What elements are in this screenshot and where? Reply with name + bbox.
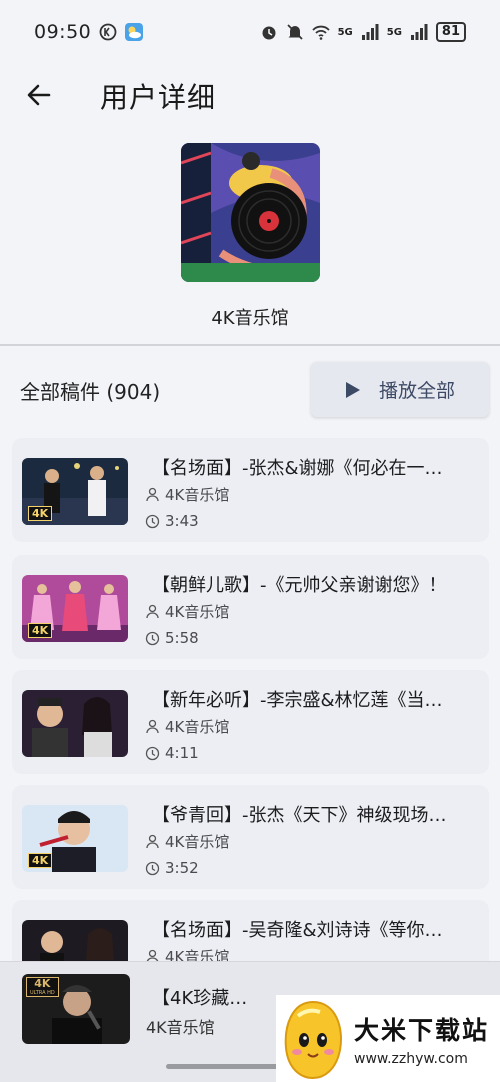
person-icon bbox=[146, 834, 159, 849]
video-title: 【朝鲜儿歌】-《元帅父亲谢谢您》！ bbox=[152, 575, 447, 596]
video-thumbnail: 4K bbox=[22, 458, 128, 525]
video-item[interactable]: 【新年必听】-李宗盛&林忆莲《当… 4K音乐馆 4:11 bbox=[12, 670, 489, 774]
video-title: 【爷青回】-张杰《天下》神级现场… bbox=[152, 805, 447, 826]
person-icon bbox=[146, 719, 159, 734]
4k-badge: 4K bbox=[28, 506, 53, 521]
signal-icon-2 bbox=[410, 24, 428, 40]
back-button[interactable] bbox=[20, 76, 58, 114]
app-bar: 用户详细 bbox=[0, 66, 500, 124]
page-title: 用户详细 bbox=[100, 81, 217, 114]
profile-name: 4K音乐馆 bbox=[211, 308, 289, 329]
signal-icon bbox=[361, 24, 379, 40]
clock-icon bbox=[145, 514, 160, 528]
video-duration-value: 3:52 bbox=[165, 859, 199, 877]
play-icon bbox=[345, 381, 360, 398]
video-item[interactable]: 4K 【爷青回】-张杰《天下》神级现场… 4K音乐馆 3:52 bbox=[12, 785, 489, 889]
alarm-icon bbox=[262, 26, 276, 40]
video-author: 4K音乐馆 bbox=[145, 831, 229, 852]
4k-badge: 4K bbox=[28, 623, 53, 638]
play-all-label: 播放全部 bbox=[378, 380, 455, 402]
video-duration-value: 5:58 bbox=[165, 629, 199, 647]
video-title: 【名场面】-吴奇隆&刘诗诗《等你… bbox=[152, 920, 443, 941]
wifi-icon bbox=[311, 25, 330, 40]
video-thumbnail: 4K bbox=[22, 575, 128, 642]
video-author-name: 4K音乐馆 bbox=[165, 486, 230, 504]
video-author-name: 4K音乐馆 bbox=[165, 833, 230, 851]
battery-indicator: 81 bbox=[435, 22, 466, 42]
mute-icon bbox=[286, 24, 303, 40]
video-duration-value: 3:43 bbox=[165, 512, 199, 530]
network-type-1: 5G bbox=[337, 26, 353, 38]
status-time: 09:50 bbox=[34, 21, 92, 43]
video-author-name: 4K音乐馆 bbox=[165, 603, 230, 621]
person-icon bbox=[146, 487, 159, 502]
4k-badge: 4K bbox=[28, 853, 53, 868]
watermark-name: 大米下载站 bbox=[354, 1015, 490, 1045]
video-duration: 5:58 bbox=[145, 629, 199, 647]
video-author-name: 4K音乐馆 bbox=[165, 718, 230, 736]
mini-player-thumbnail: 4K ULTRA HD bbox=[22, 974, 130, 1044]
profile-avatar[interactable] bbox=[181, 143, 320, 282]
clock-icon bbox=[145, 631, 160, 645]
watermark-url: www.zzhyw.com bbox=[354, 1050, 468, 1067]
network-type-2: 5G bbox=[386, 26, 402, 38]
video-author: 4K音乐馆 bbox=[145, 484, 229, 505]
weather-icon bbox=[125, 23, 144, 41]
video-duration: 3:52 bbox=[145, 859, 199, 877]
person-icon bbox=[146, 604, 159, 619]
video-author: 4K音乐馆 bbox=[145, 716, 229, 737]
video-item[interactable]: 4K 【朝鲜儿歌】-《元帅父亲谢谢您》！ 4K音乐馆 5:58 bbox=[12, 555, 489, 659]
status-bar: 09:50 5G 5G 81 bbox=[0, 0, 500, 64]
video-title: 【新年必听】-李宗盛&林忆莲《当… bbox=[152, 690, 443, 711]
submissions-count-title: 全部稿件 (904) bbox=[20, 380, 161, 404]
video-thumbnail bbox=[22, 690, 128, 757]
clock-icon bbox=[145, 861, 160, 875]
vinyl-illustration-image bbox=[181, 143, 320, 282]
arrow-left-icon bbox=[27, 84, 51, 106]
video-duration: 3:43 bbox=[145, 512, 199, 530]
watermark: 大米下载站 www.zzhyw.com bbox=[276, 995, 500, 1082]
play-all-button[interactable]: 播放全部 bbox=[311, 362, 489, 417]
video-thumbnail: 4K bbox=[22, 805, 128, 872]
rice-mascot-logo bbox=[284, 1000, 342, 1079]
video-title: 【名场面】-张杰&谢娜《何必在一… bbox=[152, 458, 443, 479]
clock-icon bbox=[145, 746, 160, 760]
mini-player-artist: 4K音乐馆 bbox=[146, 1018, 215, 1037]
mini-player-title: 【4K珍藏… bbox=[152, 988, 248, 1009]
video-item[interactable]: 4K 【名场面】-张杰&谢娜《何必在一… 4K音乐馆 3:43 bbox=[12, 438, 489, 542]
data-saver-icon bbox=[99, 23, 117, 41]
mini-player-4k-badge: 4K ULTRA HD bbox=[26, 977, 59, 997]
divider bbox=[0, 344, 500, 346]
video-duration: 4:11 bbox=[145, 744, 199, 762]
video-duration-value: 4:11 bbox=[165, 744, 199, 762]
video-author: 4K音乐馆 bbox=[145, 601, 229, 622]
